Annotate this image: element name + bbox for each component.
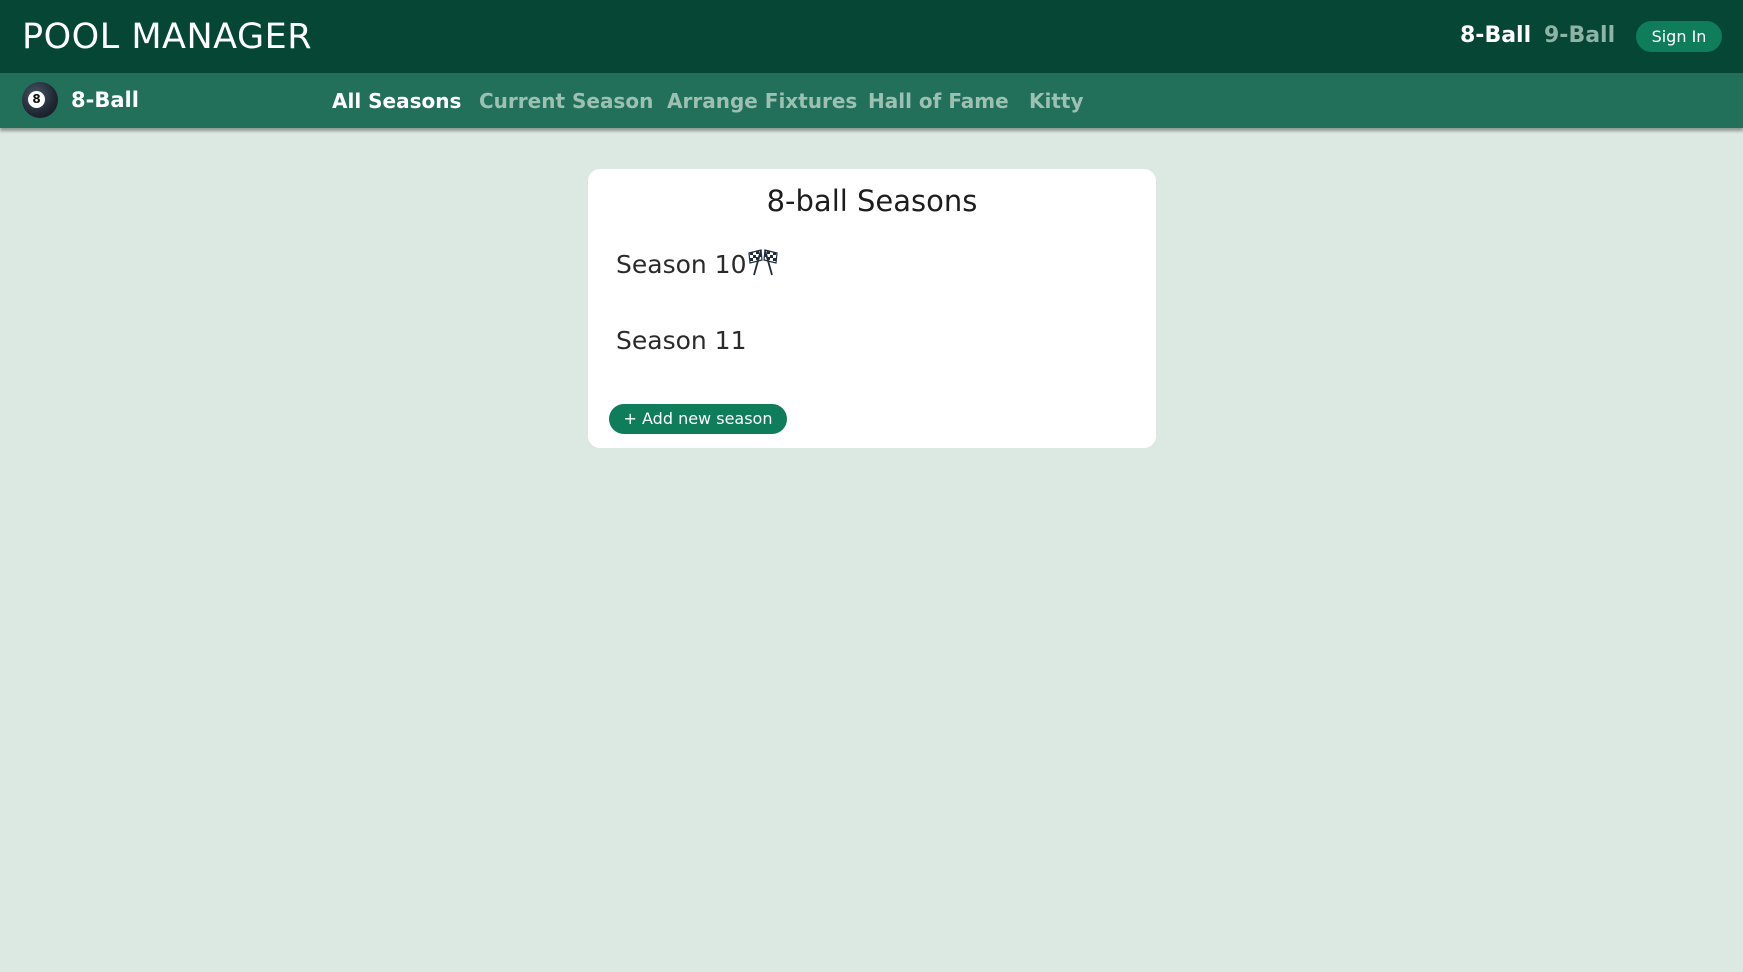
- nav-all-seasons[interactable]: All Seasons: [332, 87, 461, 115]
- nav-current-season[interactable]: Current Season: [479, 87, 653, 115]
- sign-in-button[interactable]: Sign In: [1636, 21, 1722, 52]
- current-game-label: 8-Ball: [71, 88, 139, 112]
- add-new-season-button[interactable]: + Add new season: [609, 404, 787, 434]
- top-header: POOL MANAGER 8-Ball 9-Ball Sign In: [0, 0, 1743, 73]
- sub-navigation: 8 8-Ball All Seasons Current Season Arra…: [0, 73, 1743, 128]
- game-switch-9-ball[interactable]: 9-Ball: [1544, 22, 1615, 50]
- nav-arrange-fixtures[interactable]: Arrange Fixtures: [667, 87, 857, 115]
- season-item-10[interactable]: Season 10: [616, 249, 747, 281]
- game-switch-8-ball[interactable]: 8-Ball: [1460, 22, 1531, 50]
- checkered-flags-icon: [748, 249, 778, 276]
- nav-hall-of-fame[interactable]: Hall of Fame: [868, 87, 1009, 115]
- app-title: POOL MANAGER: [22, 17, 313, 57]
- card-title: 8-ball Seasons: [766, 184, 978, 218]
- seasons-card: 8-ball Seasons Season 10 Season 11 + Add…: [588, 169, 1156, 448]
- nav-kitty[interactable]: Kitty: [1029, 87, 1084, 115]
- season-item-11[interactable]: Season 11: [616, 325, 747, 357]
- eight-ball-icon: 8: [22, 82, 58, 118]
